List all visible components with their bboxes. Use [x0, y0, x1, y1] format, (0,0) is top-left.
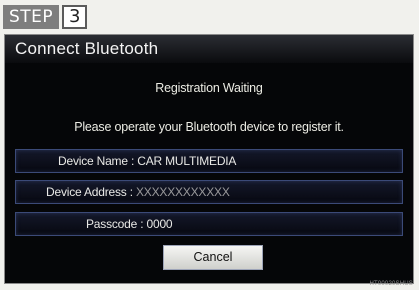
device-name-label: Device Name : — [58, 154, 138, 168]
instruction-text: Please operate your Bluetooth device to … — [74, 120, 344, 134]
device-address-value: XXXXXXXXXXXX — [135, 185, 230, 199]
step-word: STEP — [3, 5, 60, 29]
device-address-row: Device Address : XXXXXXXXXXXX — [15, 180, 403, 204]
passcode-row: Passcode : 0000 — [15, 212, 403, 236]
device-name-row: Device Name : CAR MULTIMEDIA — [15, 149, 403, 173]
image-code-watermark: HT00020SHUS — [369, 281, 413, 287]
step-number: 3 — [62, 5, 88, 29]
passcode-value: 0000 — [146, 217, 173, 231]
passcode-label: Passcode : — [86, 217, 147, 231]
step-label: STEP 3 — [3, 5, 88, 29]
registration-status: Registration Waiting — [155, 81, 263, 95]
bluetooth-connect-screen: Connect Bluetooth Registration Waiting P… — [4, 34, 414, 284]
screen-title: Connect Bluetooth — [15, 39, 159, 58]
device-address-label: Device Address : — [46, 185, 136, 199]
device-name-value: CAR MULTIMEDIA — [137, 154, 237, 168]
cancel-button[interactable]: Cancel — [163, 245, 263, 270]
